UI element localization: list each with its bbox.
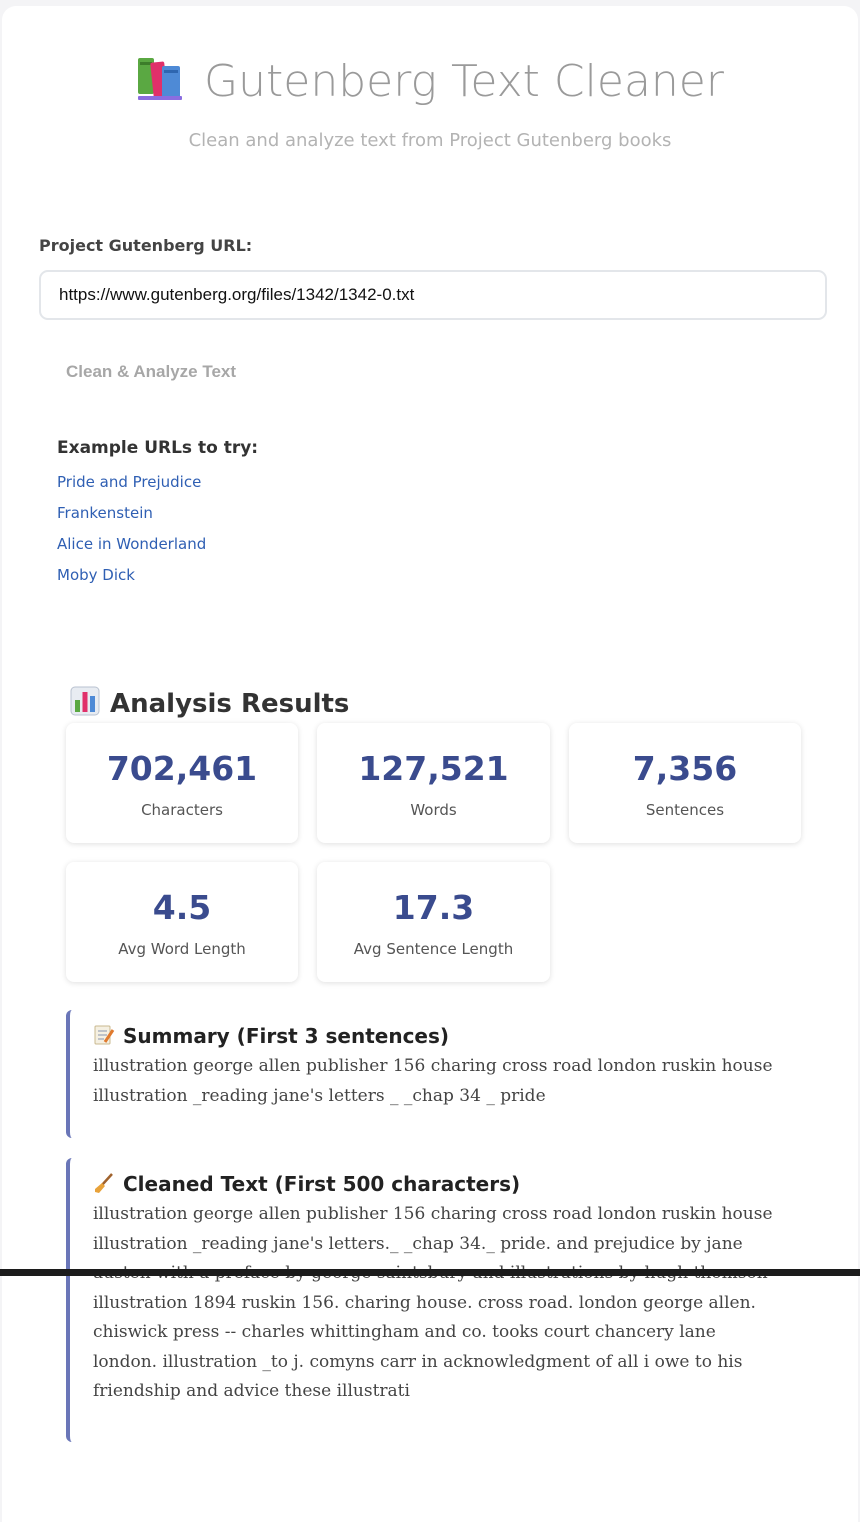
- example-link-pride-and-prejudice[interactable]: Pride and Prejudice: [57, 472, 258, 503]
- stat-card-avg-sentence-length: 17.3 Avg Sentence Length: [317, 862, 550, 982]
- examples-title: Example URLs to try:: [57, 438, 259, 458]
- stat-label: Sentences: [645, 801, 725, 819]
- summary-title-row: Summary (First 3 sentences): [93, 1010, 802, 1050]
- stat-label: Words: [410, 801, 457, 819]
- stat-value: 4.5: [152, 888, 212, 927]
- clean-analyze-button[interactable]: Clean & Analyze Text: [50, 356, 252, 388]
- stat-card-avg-word-length: 4.5 Avg Word Length: [66, 862, 298, 982]
- cleaned-title-row: Cleaned Text (First 500 characters): [93, 1158, 802, 1198]
- results-heading-row: Analysis Results: [66, 684, 802, 724]
- results-heading: Analysis Results: [110, 689, 350, 719]
- url-input[interactable]: [39, 270, 827, 320]
- page-header: Gutenberg Text Cleaner Clean and analyze…: [0, 52, 860, 151]
- example-link-alice-in-wonderland[interactable]: Alice in Wonderland: [57, 534, 258, 565]
- summary-text: illustration george allen publisher 156 …: [93, 1056, 773, 1106]
- example-link-moby-dick[interactable]: Moby Dick: [57, 565, 258, 596]
- stat-card-words: 127,521 Words: [317, 723, 550, 843]
- cleaned-title: Cleaned Text (First 500 characters): [123, 1172, 521, 1196]
- stat-label: Avg Sentence Length: [353, 940, 514, 958]
- summary-title: Summary (First 3 sentences): [123, 1024, 450, 1048]
- stat-label: Characters: [141, 801, 223, 819]
- stat-card-sentences: 7,356 Sentences: [569, 723, 801, 843]
- stat-value: 7,356: [632, 749, 738, 788]
- app-subtitle: Clean and analyze text from Project Gute…: [188, 130, 672, 151]
- stat-value: 702,461: [106, 749, 258, 788]
- stat-value: 17.3: [392, 888, 475, 927]
- screen-divider: [0, 1269, 860, 1276]
- url-label: Project Gutenberg URL:: [39, 236, 253, 255]
- stat-value: 127,521: [358, 749, 509, 788]
- broom-icon: [95, 1173, 113, 1193]
- summary-section: Summary (First 3 sentences) illustration…: [66, 1010, 802, 1138]
- app-title: Gutenberg Text Cleaner: [204, 56, 724, 107]
- cleaned-text-section: Cleaned Text (First 500 characters) illu…: [66, 1158, 802, 1442]
- page-title-row: Gutenberg Text Cleaner: [0, 52, 860, 112]
- books-icon: [138, 58, 183, 100]
- stat-card-characters: 702,461 Characters: [66, 723, 298, 843]
- example-link-frankenstein[interactable]: Frankenstein: [57, 503, 258, 534]
- memo-icon: [94, 1025, 115, 1045]
- example-urls: Example URLs to try: Pride and Prejudice…: [57, 438, 258, 596]
- cleaned-text: illustration george allen publisher 156 …: [93, 1204, 773, 1401]
- stat-label: Avg Word Length: [118, 940, 246, 958]
- analysis-results: Analysis Results: [66, 684, 802, 724]
- bar-chart-icon: [70, 686, 100, 716]
